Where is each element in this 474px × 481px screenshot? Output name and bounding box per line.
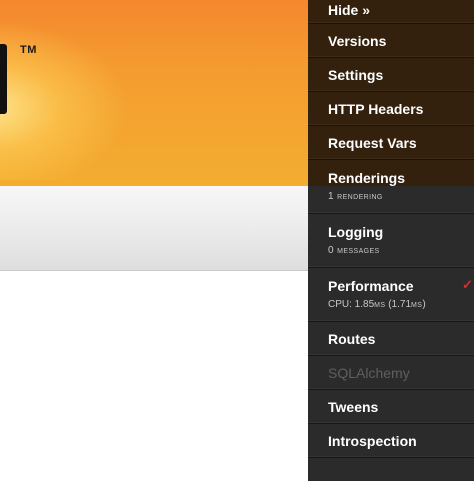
- page: TM Hide » Versions Settings HTTP Headers…: [0, 0, 474, 481]
- panel-versions-title: Versions: [328, 33, 387, 49]
- panel-versions[interactable]: Versions: [308, 24, 474, 58]
- panel-routes-title: Routes: [328, 331, 376, 347]
- panel-logging[interactable]: Logging 0 messages: [308, 214, 474, 268]
- panel-sqlalchemy-title: SQLAlchemy: [328, 365, 410, 381]
- panel-logging-title: Logging: [328, 224, 384, 240]
- panel-renderings-title: Renderings: [328, 170, 406, 186]
- panel-routes[interactable]: Routes: [308, 322, 474, 356]
- panel-http-headers-title: HTTP Headers: [328, 101, 424, 117]
- panel-http-headers[interactable]: HTTP Headers: [308, 92, 474, 126]
- logo-icon: [0, 44, 7, 114]
- panel-request-vars-title: Request Vars: [328, 135, 417, 151]
- trademark-label: TM: [20, 44, 37, 56]
- panel-performance-title: Performance: [328, 278, 414, 294]
- toolbar-panel-list: Hide » Versions Settings HTTP Headers Re…: [308, 0, 474, 458]
- panel-request-vars[interactable]: Request Vars: [308, 126, 474, 160]
- panel-performance-subtitle: CPU: 1.85ms (1.71ms): [328, 299, 474, 311]
- debug-toolbar: Hide » Versions Settings HTTP Headers Re…: [308, 0, 474, 481]
- panel-renderings-subtitle: 1 rendering: [328, 191, 383, 202]
- panel-introspection[interactable]: Introspection: [308, 424, 474, 458]
- hide-toolbar-button[interactable]: Hide »: [308, 0, 474, 24]
- cpu-time-secondary: (1.71: [385, 299, 412, 310]
- panel-tweens[interactable]: Tweens: [308, 390, 474, 424]
- panel-sqlalchemy: SQLAlchemy: [308, 356, 474, 390]
- panel-tweens-title: Tweens: [328, 399, 379, 415]
- hide-toolbar-label: Hide »: [328, 2, 371, 18]
- panel-introspection-title: Introspection: [328, 433, 417, 449]
- panel-settings-title: Settings: [328, 67, 384, 83]
- panel-logging-subtitle: 0 messages: [328, 245, 380, 256]
- panel-renderings[interactable]: Renderings 1 rendering: [308, 160, 474, 214]
- panel-performance-checkmark-icon[interactable]: ✓: [462, 278, 474, 292]
- panel-performance[interactable]: Performance CPU: 1.85ms (1.71ms) ✓: [308, 268, 474, 322]
- cpu-time-unit: ms: [374, 299, 386, 310]
- panel-settings[interactable]: Settings: [308, 58, 474, 92]
- cpu-time-secondary-unit: ms: [411, 299, 423, 310]
- cpu-time-close: ): [422, 299, 426, 310]
- cpu-time-value: CPU: 1.85: [328, 299, 375, 310]
